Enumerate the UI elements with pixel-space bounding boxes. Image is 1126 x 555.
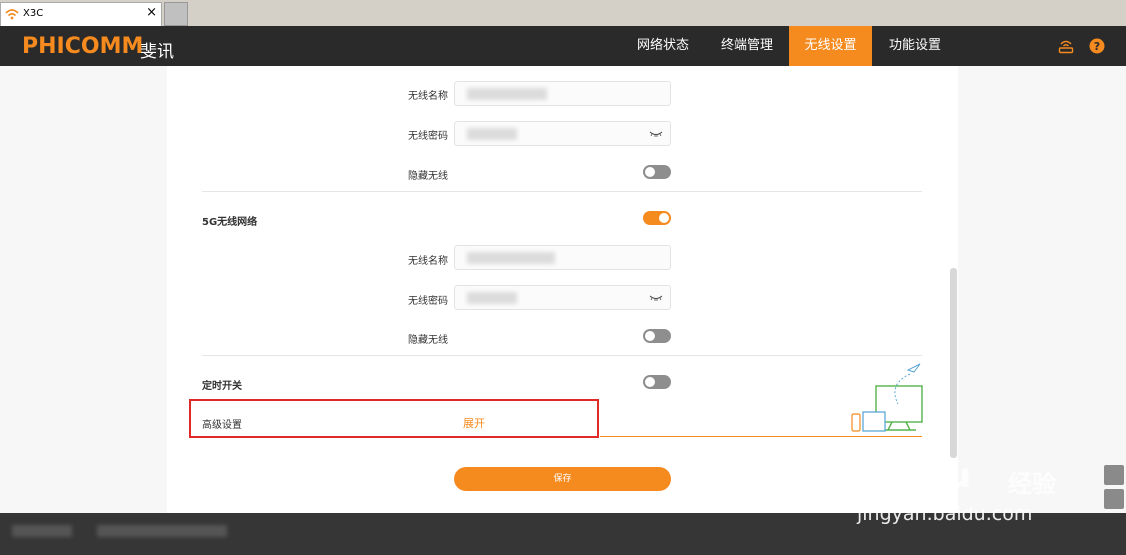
timer-label: 定时开关 — [202, 381, 242, 392]
wifi-5g-toggle[interactable] — [643, 211, 671, 225]
redacted-footer-text — [12, 525, 72, 537]
wifi-name-label: 无线名称 — [408, 91, 448, 102]
wifi-5g-name-label: 无线名称 — [408, 256, 448, 267]
toggle-knob — [659, 213, 669, 223]
close-tab-icon[interactable]: × — [146, 6, 157, 20]
wifi-5g-hide-toggle[interactable] — [643, 329, 671, 343]
feedback-button[interactable] — [1104, 465, 1124, 485]
wifi-5g-name-input[interactable] — [454, 245, 671, 270]
orange-divider — [600, 436, 922, 437]
nav-network-status[interactable]: 网络状态 — [622, 26, 704, 66]
baidu-watermark: Baidu — [862, 456, 972, 496]
svg-text:?: ? — [1094, 40, 1100, 53]
hide-wifi-label: 隐藏无线 — [408, 171, 448, 182]
browser-tab-bar: X3C × — [0, 0, 1126, 26]
redacted-value — [467, 252, 555, 264]
router-icon[interactable] — [1058, 38, 1074, 54]
app-header: PHICOMM 斐讯 网络状态 终端管理 无线设置 功能设置 ? — [0, 26, 1126, 66]
toggle-knob — [645, 377, 655, 387]
nav-wireless-settings[interactable]: 无线设置 — [789, 26, 872, 66]
tab-title: X3C — [23, 8, 44, 19]
wifi-password-label: 无线密码 — [408, 131, 448, 142]
redacted-value — [467, 128, 517, 140]
divider — [202, 355, 922, 356]
timer-toggle[interactable] — [643, 375, 671, 389]
redacted-value — [467, 292, 517, 304]
toggle-knob — [645, 331, 655, 341]
wifi-name-input[interactable] — [454, 81, 671, 106]
wifi-5g-hide-label: 隐藏无线 — [408, 335, 448, 346]
redacted-footer-text — [97, 525, 227, 537]
divider — [202, 191, 922, 192]
hidden-eye-icon[interactable] — [649, 295, 663, 301]
watermark-url: jingyan.baidu.com — [857, 503, 1033, 525]
highlight-box — [189, 399, 599, 438]
nav-device-management[interactable]: 终端管理 — [706, 26, 788, 66]
wifi-icon — [5, 9, 19, 20]
help-icon[interactable]: ? — [1089, 38, 1105, 54]
logo-cn: 斐讯 — [140, 42, 174, 62]
save-button[interactable]: 保存 — [454, 467, 671, 491]
hidden-eye-icon[interactable] — [649, 131, 663, 137]
scrollbar[interactable] — [950, 268, 957, 458]
wifi-password-input[interactable] — [454, 121, 671, 146]
devices-illustration-icon — [851, 363, 923, 432]
wifi-5g-password-input[interactable] — [454, 285, 671, 310]
hide-wifi-toggle[interactable] — [643, 165, 671, 179]
logo: PHICOMM — [22, 34, 144, 59]
wifi-5g-section-label: 5G无线网络 — [202, 217, 258, 228]
new-tab-button[interactable] — [164, 2, 188, 26]
toggle-knob — [645, 167, 655, 177]
redacted-value — [467, 88, 547, 100]
browser-tab[interactable]: X3C × — [0, 2, 162, 26]
nav-function-settings[interactable]: 功能设置 — [874, 26, 956, 66]
wifi-5g-password-label: 无线密码 — [408, 296, 448, 307]
qr-code-button[interactable] — [1104, 489, 1124, 509]
jingyan-watermark: 经验 — [1008, 470, 1056, 498]
